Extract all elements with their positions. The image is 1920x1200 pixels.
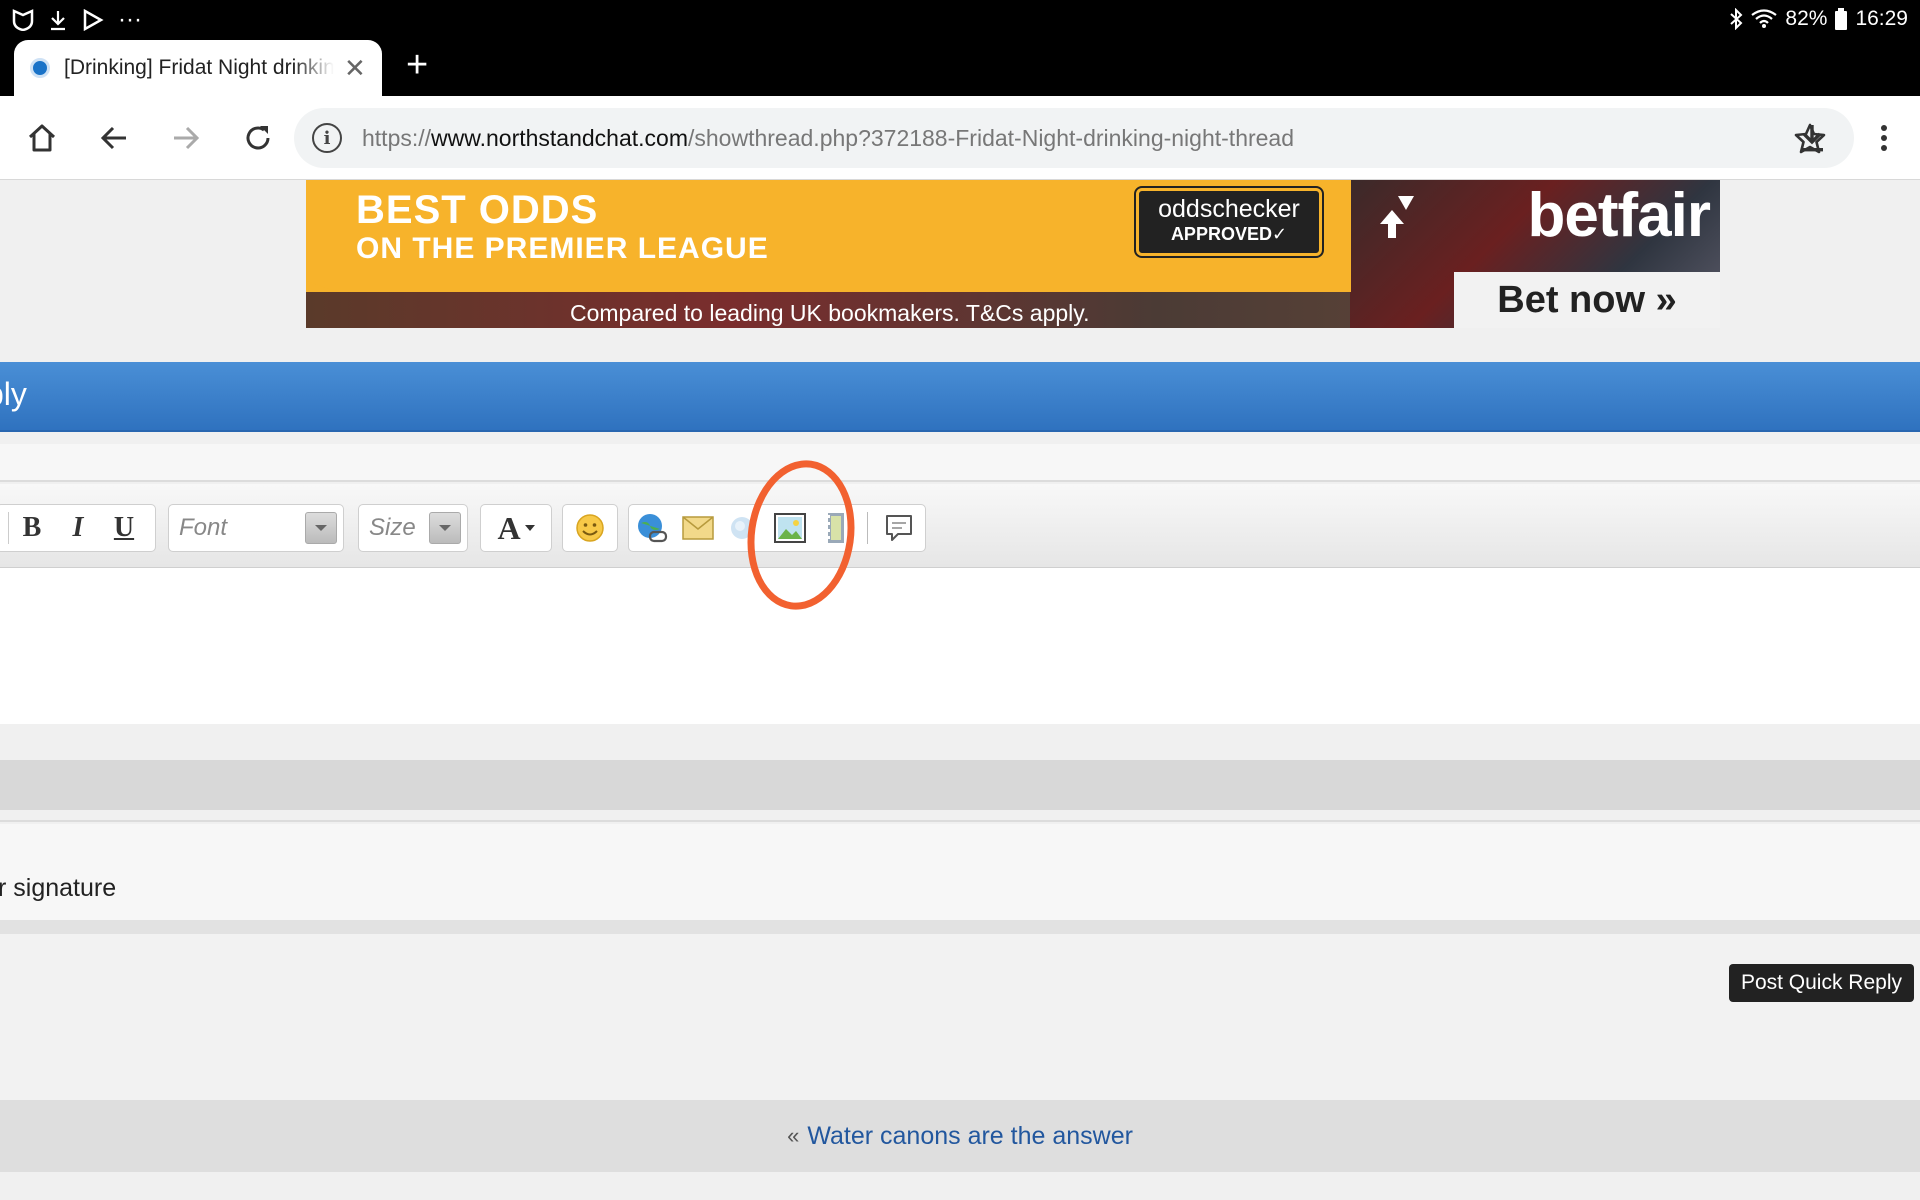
chevron-down-icon (315, 525, 327, 531)
format-group: B I U (0, 504, 156, 552)
previous-thread-link[interactable]: Water canons are the answer (807, 1122, 1133, 1151)
close-tab-icon[interactable]: ✕ (344, 55, 366, 81)
bold-button[interactable]: B (9, 505, 55, 551)
toolbar-divider (867, 512, 868, 544)
tab-title: [Drinking] Fridat Night drinking night t… (64, 56, 334, 79)
play-store-icon (83, 9, 104, 31)
editor-top-strip (0, 444, 1920, 482)
ad-banner[interactable]: BEST ODDS ON THE PREMIER LEAGUE oddschec… (306, 180, 1720, 328)
wifi-icon (1751, 9, 1778, 28)
speech-bubble-icon (886, 515, 912, 541)
active-tab[interactable]: [Drinking] Fridat Night drinking night t… (14, 40, 382, 96)
url-scheme: https:// (362, 124, 432, 151)
download-icon (1801, 125, 1823, 152)
status-bar-left: ··· (12, 6, 142, 34)
italic-button[interactable]: I (55, 505, 101, 551)
post-quick-reply-button[interactable]: Post Quick Reply (1728, 964, 1914, 1002)
betfair-logo: betfair (1527, 181, 1711, 250)
submit-area: Post Quick Reply (0, 934, 1920, 1100)
globe-link-icon (638, 514, 668, 543)
chevron-down-icon (439, 525, 451, 531)
site-info-icon[interactable]: i (312, 123, 342, 153)
arrow-right-icon (174, 126, 200, 150)
more-notifications-icon: ··· (118, 6, 142, 33)
smiley-icon (576, 514, 604, 542)
reload-button[interactable] (238, 118, 278, 158)
smilies-button[interactable] (562, 504, 618, 552)
new-tab-button[interactable]: + (406, 46, 428, 84)
url-host: www.northstandchat.com (431, 124, 688, 151)
underline-button[interactable]: U (101, 505, 147, 551)
url-path: /showthread.php?372188-Fridat-Night-drin… (688, 124, 1295, 151)
message-textarea[interactable] (0, 568, 1920, 724)
page-footer-strip (0, 1172, 1920, 1200)
web-page: BEST ODDS ON THE PREMIER LEAGUE oddschec… (0, 180, 1920, 1200)
battery-icon (1835, 8, 1848, 30)
status-bar-right: 82% 16:29 (1729, 7, 1908, 31)
clock: 16:29 (1855, 7, 1908, 30)
size-dropdown-arrow[interactable] (429, 512, 461, 544)
menu-button[interactable] (1864, 118, 1904, 158)
oddschecker-badge: oddschecker APPROVED✓ (1136, 188, 1322, 256)
download-status-icon (51, 11, 65, 31)
quick-reply-header: ply (0, 362, 1920, 432)
size-select[interactable]: Size (358, 504, 468, 552)
banner-terms: Compared to leading UK bookmakers. T&Cs … (570, 300, 1090, 326)
arrow-left-icon (100, 126, 126, 150)
more-vert-icon (1881, 125, 1887, 151)
toolbar-divider (0, 512, 9, 544)
oddschecker-logo: oddschecker (1158, 195, 1300, 223)
reply-editor: B I U Font Size A (0, 444, 1920, 724)
signature-row: r signature (0, 824, 1920, 924)
chevron-down-icon (524, 525, 535, 531)
bluetooth-icon (1730, 8, 1743, 30)
home-icon (28, 124, 56, 152)
size-select-value: Size (369, 514, 416, 541)
font-select-value: Font (179, 514, 228, 541)
home-button[interactable] (22, 118, 62, 158)
forward-button[interactable] (166, 118, 206, 158)
editor-toolbar: B I U Font Size A (0, 484, 1920, 568)
section-divider (0, 920, 1920, 934)
battery-percent: 82% (1785, 7, 1828, 30)
betfair-arrows-icon (1380, 196, 1414, 238)
text-color-button[interactable]: A (480, 504, 552, 552)
font-select[interactable]: Font (168, 504, 344, 552)
thread-navigation: « Water canons are the answer (0, 1100, 1920, 1172)
bet-now-button[interactable]: Bet now » (1454, 272, 1720, 328)
address-bar[interactable]: i https://www.northstandchat.com/showthr… (294, 108, 1854, 168)
approved-label: APPROVED✓ (1170, 224, 1288, 244)
download-page-button[interactable] (1792, 118, 1832, 158)
insert-quote-button[interactable] (882, 511, 916, 545)
favicon-icon (30, 58, 50, 78)
status-bar: ··· 82% 16:29 (0, 0, 1920, 38)
insert-email-button[interactable] (681, 511, 715, 545)
url-text[interactable]: https://www.northstandchat.com/showthrea… (362, 125, 1294, 152)
banner-headline: BEST ODDS (356, 188, 599, 232)
font-dropdown-arrow[interactable] (305, 512, 337, 544)
banner-subheadline: ON THE PREMIER LEAGUE (356, 232, 769, 265)
signature-option-label[interactable]: r signature (0, 874, 116, 903)
section-divider (0, 820, 1920, 822)
text-color-label: A (497, 509, 521, 546)
browser-toolbar: i https://www.northstandchat.com/showthr… (0, 96, 1920, 180)
tab-strip: [Drinking] Fridat Night drinking night t… (0, 38, 1920, 96)
quick-reply-title: ply (0, 376, 27, 412)
editor-resize-bar (0, 760, 1920, 810)
previous-marker: « (787, 1123, 800, 1148)
reload-icon (246, 126, 270, 150)
shield-app-icon (12, 9, 34, 31)
back-button[interactable] (94, 118, 134, 158)
envelope-icon (682, 516, 714, 540)
insert-link-button[interactable] (635, 511, 669, 545)
